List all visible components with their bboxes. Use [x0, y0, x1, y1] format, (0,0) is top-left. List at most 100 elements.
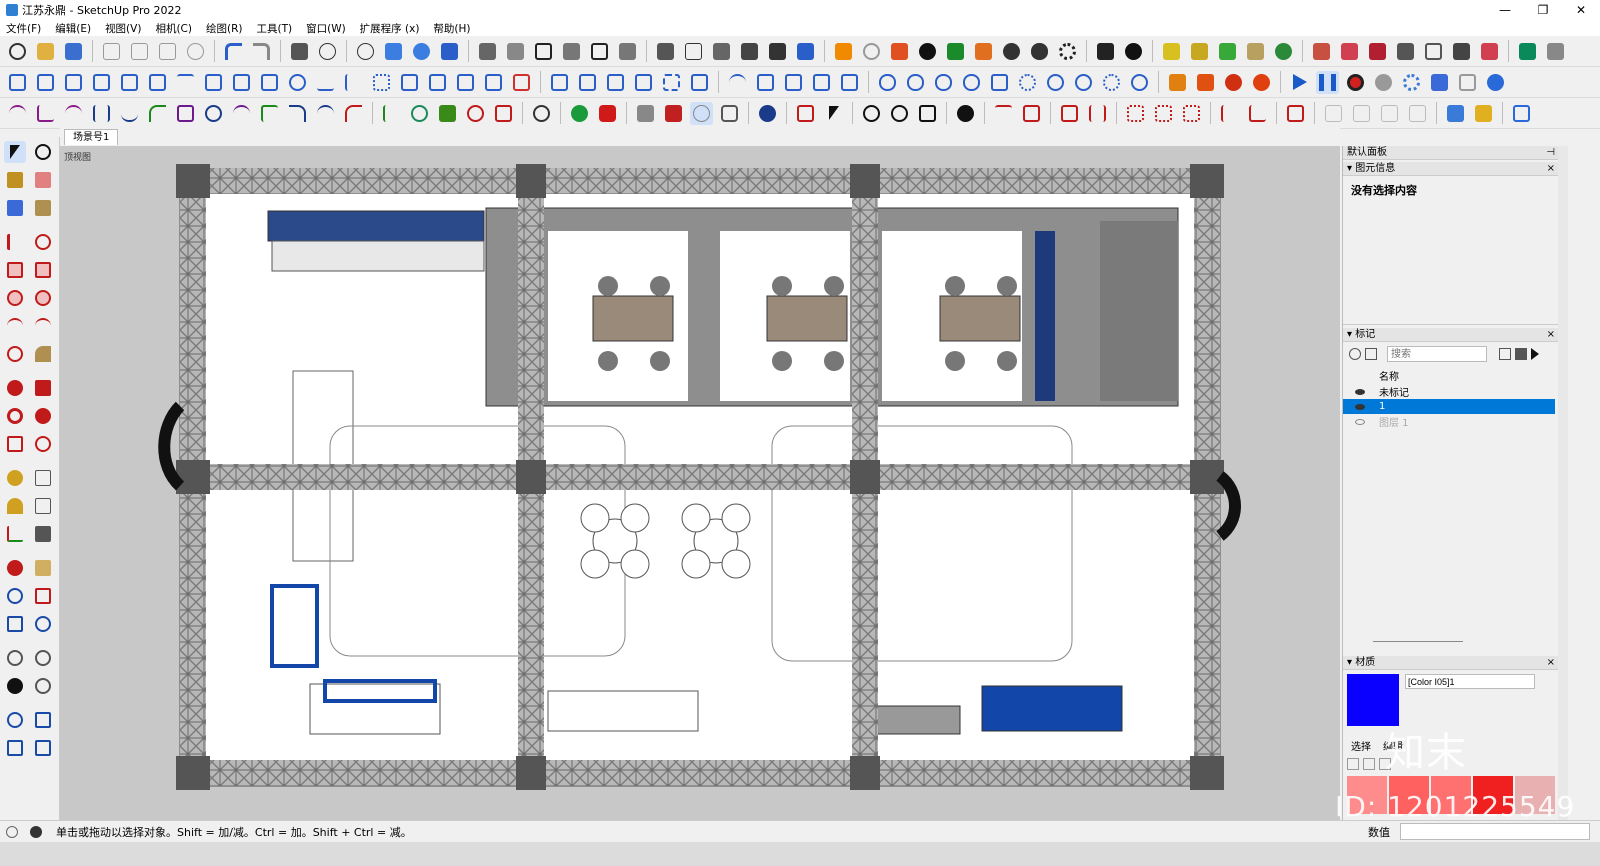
file-icon[interactable]: [34, 71, 57, 94]
check-circle-icon[interactable]: [1044, 71, 1067, 94]
make-component-icon[interactable]: [382, 40, 405, 63]
layers-orange-icon[interactable]: [1194, 71, 1217, 94]
tree-icon[interactable]: [944, 40, 967, 63]
menu-window[interactable]: 窗口(W): [306, 21, 346, 36]
eye-hidden-icon[interactable]: [1355, 418, 1365, 425]
pie-icon[interactable]: [32, 343, 54, 365]
panel-icon[interactable]: [688, 71, 711, 94]
green-blob-icon[interactable]: [568, 102, 591, 125]
pan-icon[interactable]: [32, 557, 54, 579]
n-curve-icon[interactable]: [90, 102, 113, 125]
arc-purple-icon[interactable]: [230, 102, 253, 125]
diamond-red-icon[interactable]: [1366, 40, 1389, 63]
sandbox-contours-icon[interactable]: [4, 709, 26, 731]
paint-bucket-icon[interactable]: [4, 169, 26, 191]
red-blob-icon[interactable]: [596, 102, 619, 125]
chain-icon[interactable]: [960, 71, 983, 94]
stair-icon[interactable]: [576, 71, 599, 94]
bezier-icon[interactable]: [6, 102, 29, 125]
dimension-icon[interactable]: [32, 467, 54, 489]
open-icon[interactable]: [34, 40, 57, 63]
cloud-icon[interactable]: [1028, 40, 1051, 63]
hook-icon[interactable]: [286, 102, 309, 125]
3d-text-icon[interactable]: [32, 523, 54, 545]
arc-green-icon[interactable]: [146, 102, 169, 125]
details-arrow-icon[interactable]: [1531, 348, 1539, 360]
line-red-icon[interactable]: [992, 102, 1015, 125]
split-icon[interactable]: [146, 71, 169, 94]
select-box-icon[interactable]: [660, 71, 683, 94]
download-orange-icon[interactable]: [1166, 71, 1189, 94]
tag-row[interactable]: 未标记: [1343, 384, 1559, 399]
add-tag-icon[interactable]: [1349, 348, 1361, 360]
monitor-icon[interactable]: [1456, 71, 1479, 94]
curve-icon[interactable]: [286, 71, 309, 94]
film-icon[interactable]: [1428, 71, 1451, 94]
new-icon[interactable]: [6, 40, 29, 63]
tags-search-input[interactable]: [1387, 346, 1487, 362]
arc-blue-icon[interactable]: [314, 102, 337, 125]
table-grid-icon[interactable]: [1510, 102, 1533, 125]
menu-help[interactable]: 帮助(H): [433, 21, 470, 36]
eyedropper-icon[interactable]: [1499, 348, 1511, 360]
layers-blue-icon[interactable]: [1444, 102, 1467, 125]
grid-blue-icon[interactable]: [118, 71, 141, 94]
hidden-line-icon[interactable]: [710, 40, 733, 63]
shaded-icon[interactable]: [738, 40, 761, 63]
position-camera-icon[interactable]: [4, 647, 26, 669]
play-icon[interactable]: [1288, 71, 1311, 94]
cube-blue-icon[interactable]: [426, 71, 449, 94]
folder-icon[interactable]: [6, 71, 29, 94]
left-view-icon[interactable]: [616, 40, 639, 63]
tags-header[interactable]: ▾ 标记 ×: [1343, 328, 1559, 342]
triangle-icon[interactable]: [492, 102, 515, 125]
entity-info-close-icon[interactable]: ×: [1547, 162, 1555, 176]
triangle-tool-icon[interactable]: [794, 102, 817, 125]
gear-settings-icon[interactable]: [1400, 71, 1423, 94]
rotated-rect-icon[interactable]: [32, 259, 54, 281]
material-name-field[interactable]: [1405, 674, 1535, 689]
materials-header[interactable]: ▾ 材质 ×: [1343, 656, 1559, 670]
angle-line-icon[interactable]: [1246, 102, 1269, 125]
faded-icon-4[interactable]: [1406, 102, 1429, 125]
cylinder-icon[interactable]: [718, 102, 741, 125]
diagonal-icon[interactable]: [1478, 40, 1501, 63]
mail-icon[interactable]: [1094, 40, 1117, 63]
wrench-icon[interactable]: [436, 102, 459, 125]
question-blue-icon[interactable]: [756, 102, 779, 125]
scale-icon[interactable]: [916, 102, 939, 125]
erase-icon[interactable]: [184, 40, 207, 63]
menu-camera[interactable]: 相机(C): [155, 21, 192, 36]
menu-extensions[interactable]: 扩展程序 (x): [360, 21, 420, 36]
rotate-icon[interactable]: [888, 102, 911, 125]
tags-close-icon[interactable]: ×: [1547, 328, 1555, 342]
paint-brush-icon[interactable]: [1244, 40, 1267, 63]
chrome-icon[interactable]: [1128, 71, 1151, 94]
x-red-icon[interactable]: [1124, 102, 1147, 125]
box-outline-icon[interactable]: [632, 71, 655, 94]
look-around-icon[interactable]: [32, 647, 54, 669]
fire-icon[interactable]: [1222, 71, 1245, 94]
zoom-window-icon[interactable]: [32, 585, 54, 607]
square-icon[interactable]: [202, 71, 225, 94]
plugin-orange-icon[interactable]: [832, 40, 855, 63]
eraser-icon[interactable]: [32, 169, 54, 191]
settings-gear-icon[interactable]: [1056, 40, 1079, 63]
polygon-tool-icon[interactable]: [32, 287, 54, 309]
x-dotted-icon[interactable]: [1152, 102, 1175, 125]
protractor-icon[interactable]: [4, 495, 26, 517]
stop-icon[interactable]: [1372, 71, 1395, 94]
plugin-green-icon[interactable]: [1516, 40, 1539, 63]
rectangle-tool-icon[interactable]: [4, 259, 26, 281]
sandbox-smoove-icon[interactable]: [4, 737, 26, 759]
add-circle-icon[interactable]: [916, 40, 939, 63]
spline-icon[interactable]: [62, 102, 85, 125]
house-icon[interactable]: [588, 40, 611, 63]
lasso-icon[interactable]: [32, 141, 54, 163]
box-green-icon[interactable]: [1216, 40, 1239, 63]
basket-icon[interactable]: [454, 71, 477, 94]
paste-icon[interactable]: [156, 40, 179, 63]
door-icon[interactable]: [230, 71, 253, 94]
scale-tool-icon[interactable]: [4, 433, 26, 455]
tag-row-selected[interactable]: 1: [1343, 399, 1555, 414]
